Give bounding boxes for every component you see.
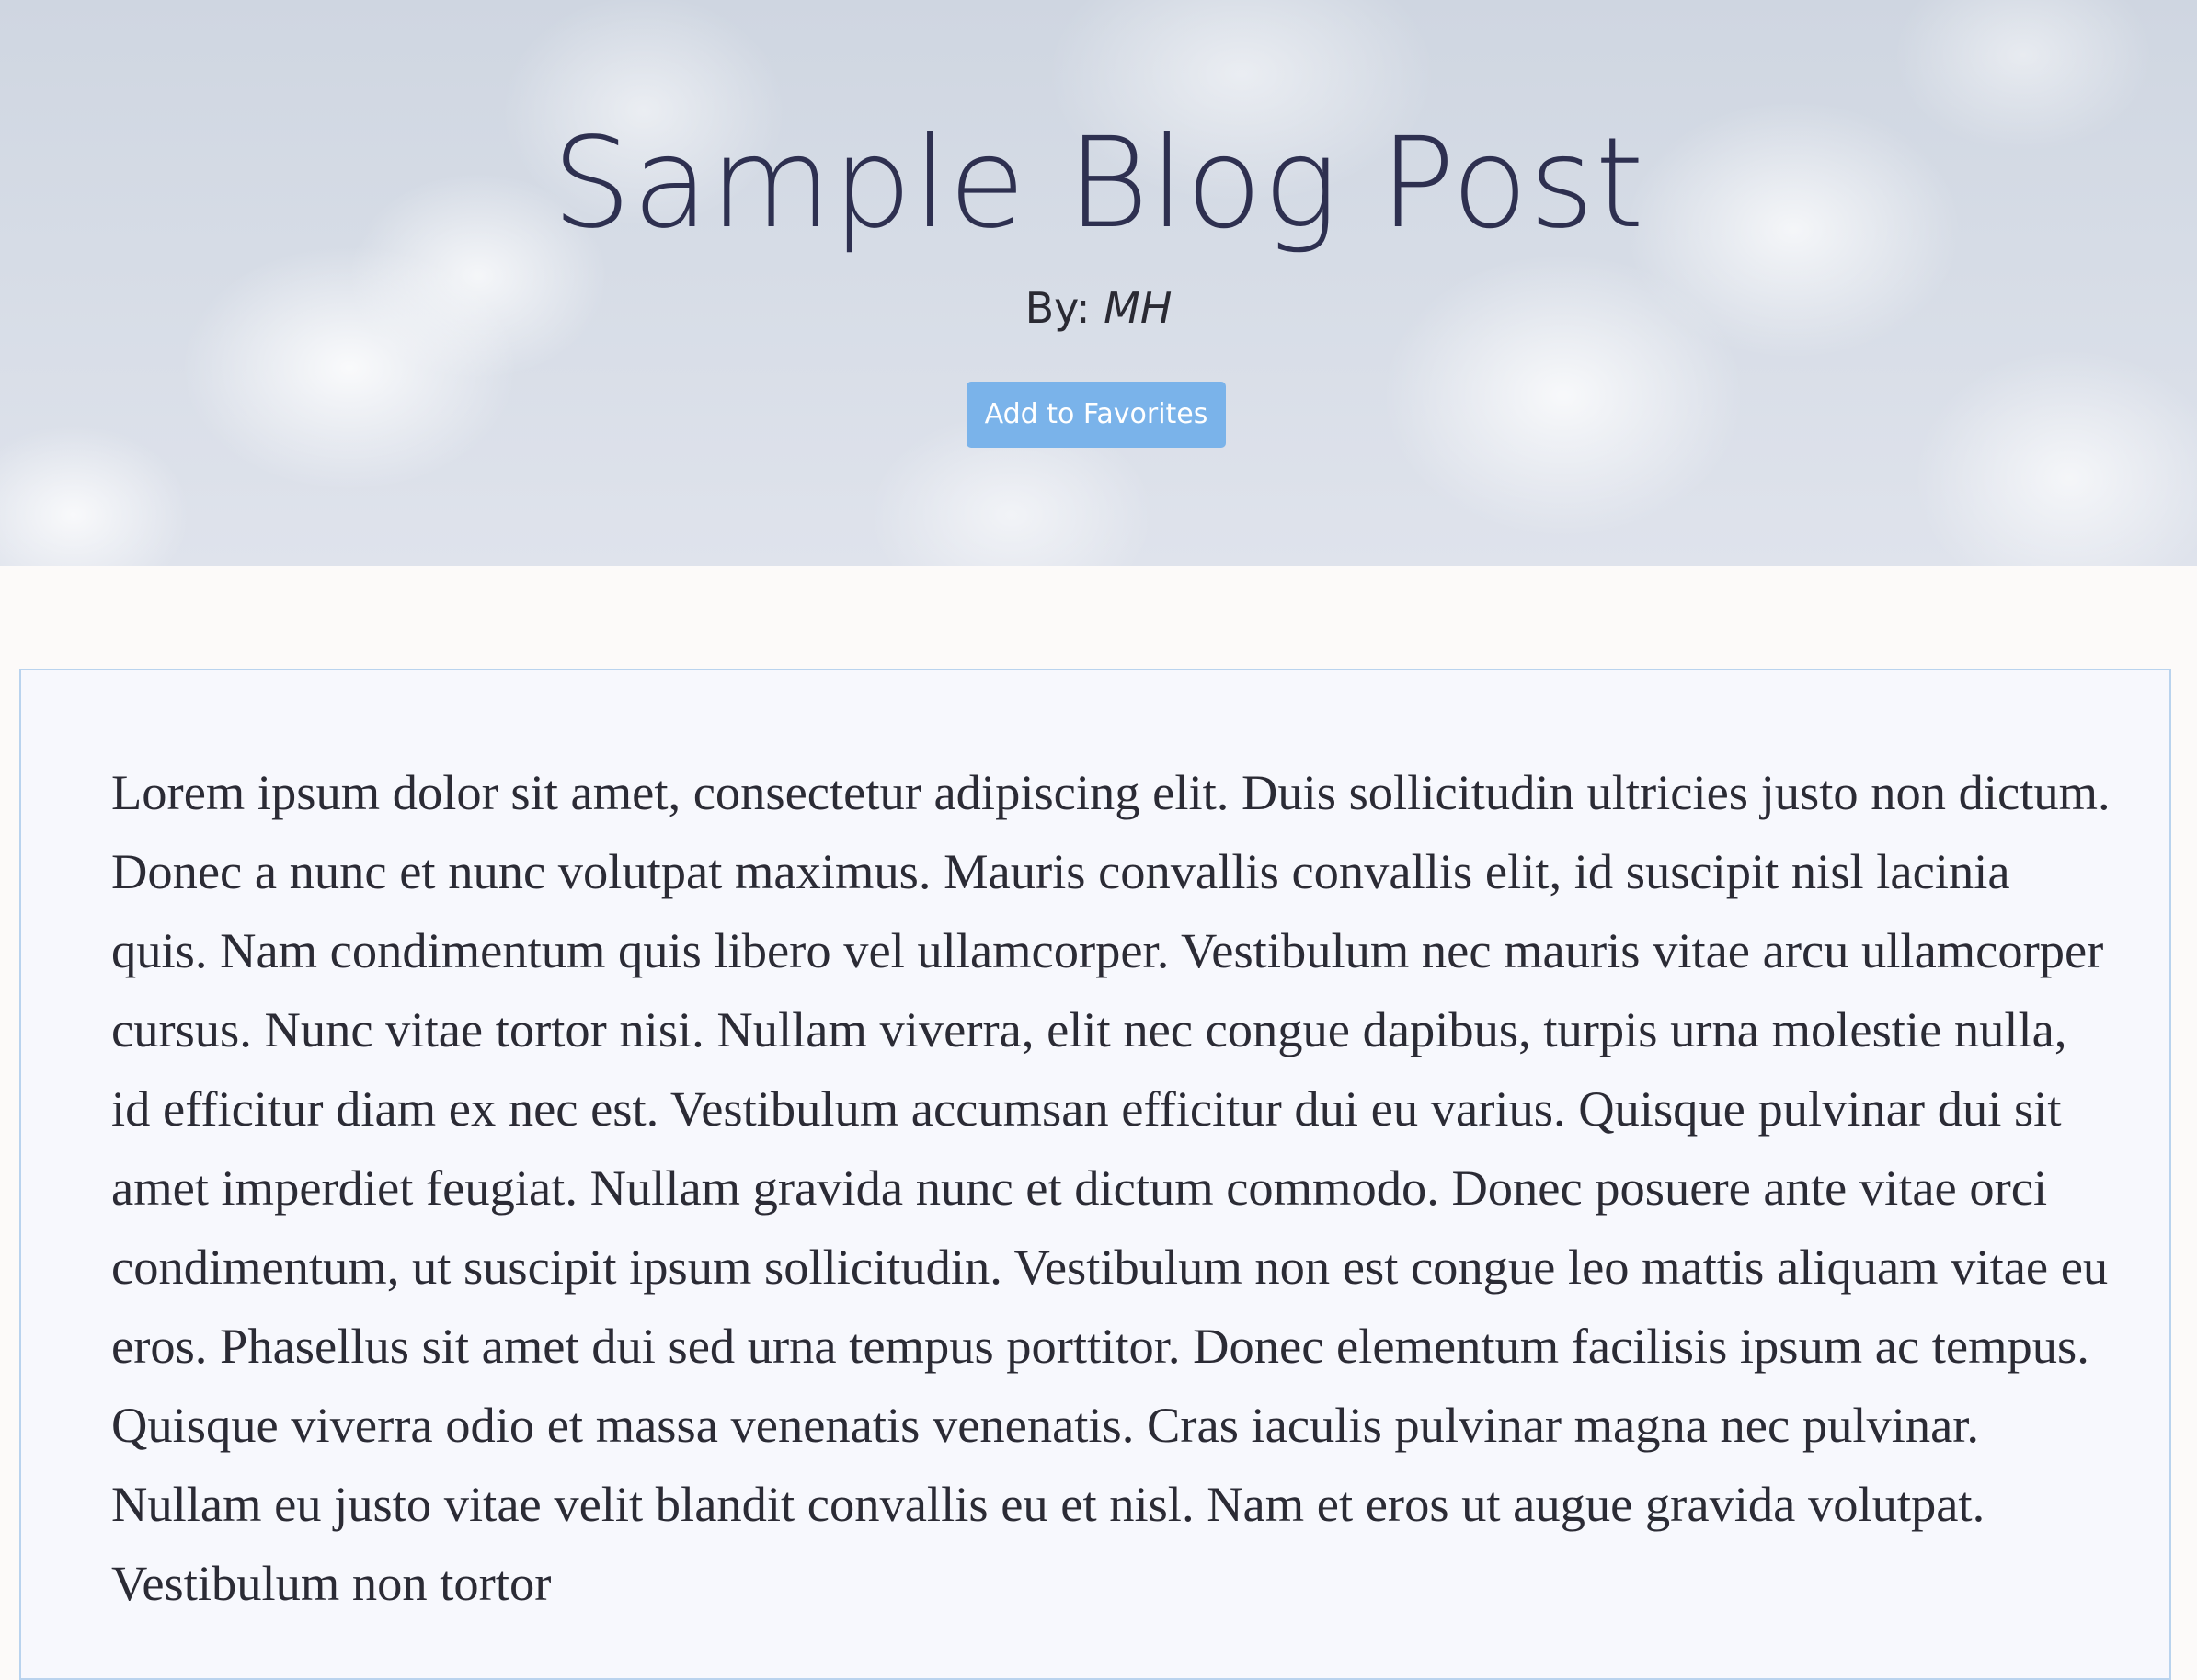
byline-prefix: By: xyxy=(1024,283,1104,333)
hero-banner: Sample Blog Post By: MH Add to Favorites xyxy=(0,0,2197,566)
byline: By: MH xyxy=(0,280,2197,336)
post-content-card: Lorem ipsum dolor sit amet, consectetur … xyxy=(19,669,2171,1680)
page-title: Sample Blog Post xyxy=(552,111,1645,257)
post-body: Lorem ipsum dolor sit amet, consectetur … xyxy=(111,764,2111,1611)
author-name: MH xyxy=(1104,283,1173,333)
add-to-favorites-button[interactable]: Add to Favorites xyxy=(967,382,1226,448)
